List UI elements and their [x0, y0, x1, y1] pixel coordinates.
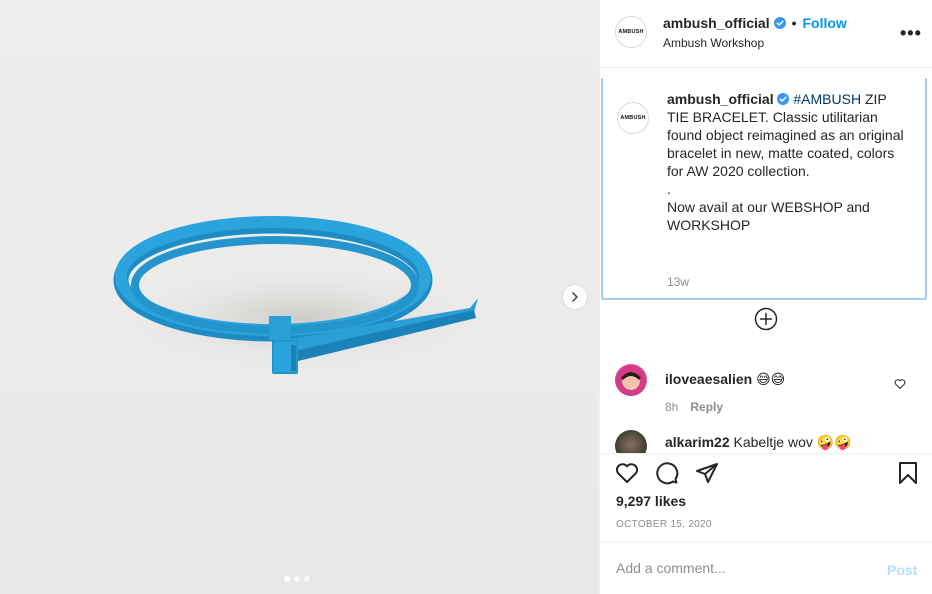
author-line: ambush_official • Follow	[663, 15, 847, 31]
post-image[interactable]	[0, 0, 599, 594]
comment-username[interactable]: iloveaesalien	[665, 371, 752, 387]
post-comment-button[interactable]: Post	[887, 562, 917, 578]
comment-text: iloveaesalien 😅😅	[665, 371, 785, 388]
carousel-dot	[284, 576, 290, 582]
caption-username[interactable]: ambush_official	[667, 91, 774, 107]
comment-username[interactable]: alkarim22	[665, 434, 730, 450]
share-icon[interactable]	[695, 461, 719, 485]
chevron-right-icon	[572, 292, 578, 302]
comment-body: 😅😅	[756, 371, 786, 387]
post-header: AMBUSH ambush_official • Follow Ambush W…	[600, 0, 932, 68]
heart-icon[interactable]	[615, 461, 639, 485]
more-options-icon[interactable]: •••	[900, 24, 922, 42]
caption-avatar[interactable]: AMBUSH	[617, 102, 649, 134]
likes-count[interactable]: 9,297 likes	[616, 493, 686, 509]
follow-button[interactable]: Follow	[803, 15, 847, 31]
carousel-dot	[294, 576, 300, 582]
add-comment-bar: Post	[600, 541, 932, 594]
commenter-avatar[interactable]	[615, 364, 647, 396]
caption-body-2: Now avail at our WEBSHOP and WORKSHOP	[667, 199, 870, 233]
post-sidebar: AMBUSH ambush_official • Follow Ambush W…	[599, 0, 932, 594]
commenter-avatar[interactable]	[615, 430, 647, 453]
author-avatar[interactable]: AMBUSH	[615, 16, 647, 48]
avatar-logo-text: AMBUSH	[620, 115, 646, 121]
bookmark-icon[interactable]	[896, 461, 920, 485]
reply-button[interactable]: Reply	[690, 400, 723, 414]
load-more-comments-icon[interactable]	[754, 307, 778, 331]
header-separator: •	[791, 15, 797, 31]
carousel-dot	[304, 576, 310, 582]
comment-body: Kabeltje wov 🤪🤪	[733, 434, 852, 450]
caption-timestamp[interactable]: 13w	[667, 275, 689, 289]
caption-dot: .	[667, 181, 671, 197]
comment-text: alkarim22 Kabeltje wov 🤪🤪	[665, 434, 852, 451]
comment-time[interactable]: 8h	[665, 400, 678, 414]
post-date[interactable]: OCTOBER 15, 2020	[616, 519, 712, 530]
comment-icon[interactable]	[655, 461, 679, 485]
carousel-indicator	[284, 576, 310, 582]
post-actions: 9,297 likes OCTOBER 15, 2020	[600, 453, 932, 541]
commenter-photo	[616, 365, 646, 395]
comment-like-heart-icon[interactable]	[894, 378, 906, 390]
comment-meta: 8h Reply	[665, 400, 723, 414]
author-username[interactable]: ambush_official	[663, 15, 770, 31]
verified-badge-icon	[777, 93, 790, 105]
post-location[interactable]: Ambush Workshop	[663, 36, 764, 50]
zip-tie-bracelet-image	[113, 216, 485, 374]
caption-hashtag[interactable]: #AMBUSH	[793, 91, 861, 107]
verified-badge-icon	[773, 17, 786, 29]
caption-text: ambush_official #AMBUSH ZIP TIE BRACELET…	[667, 90, 907, 234]
next-image-button[interactable]	[563, 285, 587, 309]
avatar-logo-text: AMBUSH	[618, 29, 644, 35]
comment-input[interactable]	[616, 560, 876, 576]
post-caption: AMBUSH ambush_official #AMBUSH ZIP TIE B…	[601, 78, 927, 300]
comments-list: AMBUSH ambush_official #AMBUSH ZIP TIE B…	[600, 68, 932, 453]
post-viewer: AMBUSH ambush_official • Follow Ambush W…	[0, 0, 932, 594]
